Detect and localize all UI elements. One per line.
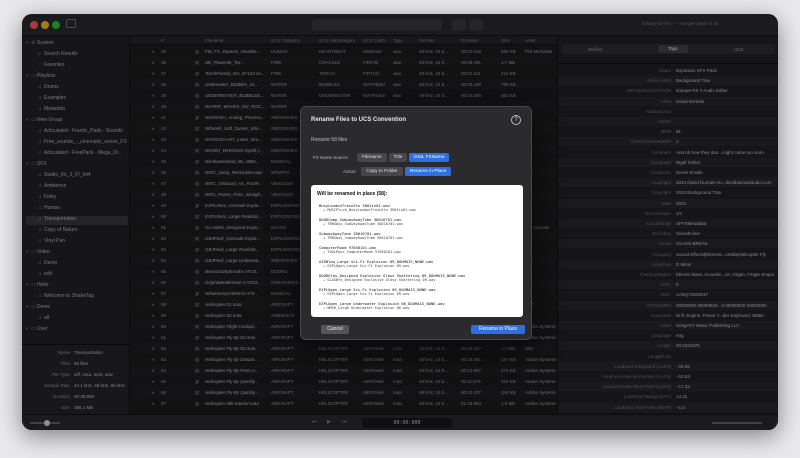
source-ixml-option[interactable]: iXML FXName bbox=[409, 153, 449, 162]
help-icon[interactable]: ? bbox=[511, 115, 521, 125]
source-title-option[interactable]: Title bbox=[389, 153, 407, 162]
source-filename-option[interactable]: Filename bbox=[357, 153, 387, 162]
rename-target: → TRNSbus_SubwayAwayTube 3D016701.wav bbox=[323, 222, 404, 226]
action-label: Action: bbox=[343, 169, 357, 174]
list-header: Will be renamed in place (58): bbox=[317, 191, 388, 197]
app-window: Editing 58 files — changes apply to all … bbox=[22, 14, 778, 430]
rename-target: → MUSCPlcck_BusyLondonTrainStn 3D01in01.… bbox=[323, 208, 417, 212]
dialog-title: Rename Files to UCS Convention bbox=[311, 117, 407, 123]
rename-dialog: Rename Files to UCS Convention ? Rename … bbox=[300, 106, 532, 340]
copy-to-folder-option[interactable]: Copy to Folder bbox=[361, 167, 403, 176]
rename-preview-list[interactable]: Will be renamed in place (58): BusyLondo… bbox=[311, 185, 523, 317]
rename-in-place-button[interactable]: Rename in Place bbox=[471, 325, 525, 334]
rename-target: → EXPLOgen_Large Sci-Fi Explosion 09.wav bbox=[323, 292, 410, 296]
cancel-button[interactable]: Cancel bbox=[321, 325, 349, 334]
rename-count: Rename 58 files bbox=[311, 137, 348, 143]
source-label: FX Name Source: bbox=[313, 155, 349, 160]
rename-target: → TRNSbus_SubwayAwayTube 3D016701.wav bbox=[323, 236, 404, 240]
rename-target: → TOOLPowr_ComputerRoom 97050101.wav bbox=[323, 250, 401, 254]
rename-target: → GLASBrk_Designed Explosive Glass Shatt… bbox=[323, 278, 436, 282]
rename-target: → WHSH_Large Underwater Explosion 06.wav bbox=[323, 306, 410, 310]
rename-in-place-option[interactable]: Rename in Place bbox=[405, 167, 451, 176]
rename-target: → EXPLOgen_Large Sci-Fi Explosion 09.wav bbox=[323, 264, 410, 268]
